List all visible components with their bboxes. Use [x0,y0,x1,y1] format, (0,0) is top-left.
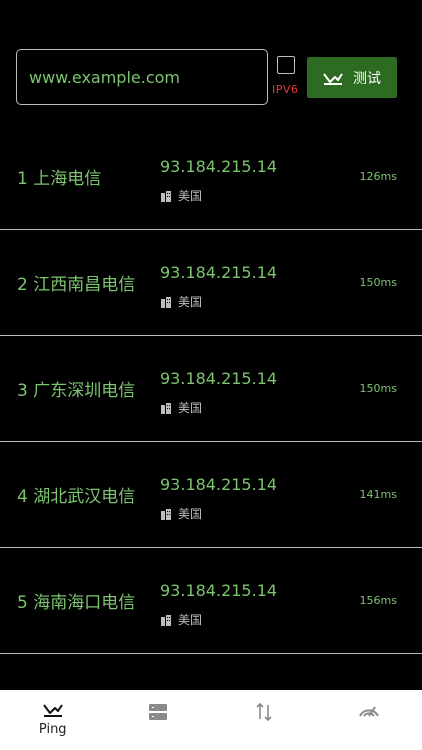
latency: 126ms [359,170,397,183]
app-screen: IPV6 测试 1 上海电信 93.184.215.14 美国 126ms 2 … [0,0,422,750]
location-label: 美国 [178,295,203,309]
location: 美国 [160,505,202,522]
tab-ping[interactable]: Ping [0,690,106,750]
building-icon [161,190,171,202]
location: 美国 [160,293,202,310]
location: 美国 [160,611,202,628]
test-button[interactable]: 测试 [307,57,397,98]
result-row[interactable]: 1 上海电信 93.184.215.14 美国 126ms [0,124,422,230]
result-row[interactable]: 2 江西南昌电信 93.184.215.14 美国 150ms [0,230,422,336]
building-icon [161,508,171,520]
url-input[interactable] [16,49,268,105]
node-name: 3 广东深圳电信 [17,381,136,401]
building-icon [161,296,171,308]
ipv6-label: IPV6 [272,83,299,96]
tab-label: Ping [38,722,67,737]
ip-address: 93.184.215.14 [160,475,278,494]
ip-address: 93.184.215.14 [160,263,278,282]
location-label: 美国 [178,189,203,203]
ip-address: 93.184.215.14 [160,581,278,600]
result-row[interactable]: 5 海南海口电信 93.184.215.14 美国 156ms [0,548,422,654]
ping-icon [42,704,63,717]
ip-address: 93.184.215.14 [160,157,278,176]
location-label: 美国 [178,401,203,415]
latency: 150ms [359,382,397,395]
location: 美国 [160,187,202,204]
tab-transfer[interactable] [211,690,317,750]
location-label: 美国 [178,613,203,627]
result-row[interactable]: 3 广东深圳电信 93.184.215.14 美国 150ms [0,336,422,442]
result-row[interactable]: 4 湖北武汉电信 93.184.215.14 美国 141ms [0,442,422,548]
tab-speed[interactable] [317,690,422,750]
location: 美国 [160,399,202,416]
ping-icon [323,72,343,85]
node-name: 1 上海电信 [17,169,102,189]
node-name: 4 湖北武汉电信 [17,487,136,507]
latency: 141ms [359,488,397,501]
bottom-tab-bar: Ping [0,690,422,750]
location-label: 美国 [178,507,203,521]
tab-server[interactable] [106,690,212,750]
building-icon [161,402,171,414]
building-icon [161,614,171,626]
results-list: 1 上海电信 93.184.215.14 美国 126ms 2 江西南昌电信 9… [0,124,422,654]
latency: 156ms [359,594,397,607]
ipv6-checkbox[interactable] [277,56,295,74]
ip-address: 93.184.215.14 [160,369,278,388]
transfer-icon [256,702,272,722]
latency: 150ms [359,276,397,289]
speed-icon [359,706,380,717]
server-icon [149,704,168,720]
test-button-label: 测试 [353,70,381,87]
node-name: 5 海南海口电信 [17,593,136,613]
node-name: 2 江西南昌电信 [17,275,136,295]
